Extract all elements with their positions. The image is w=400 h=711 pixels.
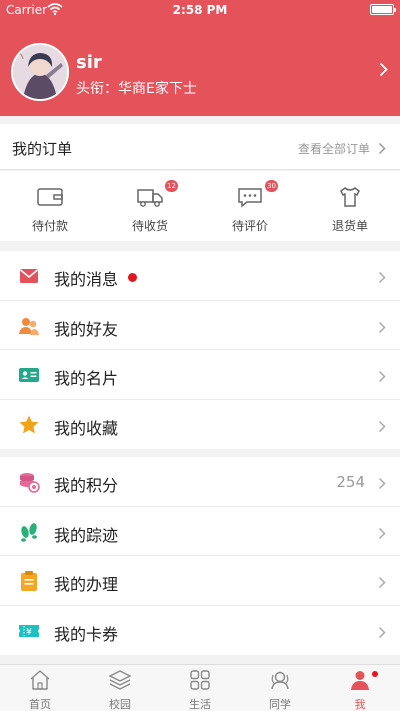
username: sir <box>76 52 102 73</box>
chevron-right-icon <box>378 140 386 159</box>
chevron-right-icon <box>378 368 386 387</box>
tab-campus[interactable]: 校园 <box>80 665 160 711</box>
order-status-row: 待付款 12 待收货 30 待评价 退货单 <box>0 171 400 241</box>
footprints-icon <box>18 521 40 543</box>
tab-label: 我 <box>354 698 366 711</box>
order-pending-payment[interactable]: 待付款 <box>0 171 100 241</box>
menu-item-points[interactable]: 我的积分 254 <box>0 457 400 507</box>
profile-header[interactable]: sir 头衔：华商E家下士 <box>0 20 400 116</box>
layers-icon <box>108 669 132 691</box>
menu-item-label: 我的卡券 <box>54 624 119 644</box>
avatar[interactable] <box>11 43 69 101</box>
orders-header[interactable]: 我的订单 查看全部订单 <box>0 124 400 170</box>
view-all-orders-link[interactable]: 查看全部订单 <box>298 140 370 157</box>
return-shirt-icon <box>336 185 364 209</box>
user-rank: 头衔：华商E家下士 <box>76 81 197 97</box>
orders-title: 我的订单 <box>12 140 73 158</box>
clock: 2:58 PM <box>172 3 228 17</box>
chevron-right-icon <box>378 418 386 437</box>
chevron-right-icon <box>379 62 388 81</box>
coupon-icon: ¥ <box>18 620 40 642</box>
order-returns[interactable]: 退货单 <box>300 171 400 241</box>
classmates-icon <box>269 669 291 691</box>
points-coins-icon <box>18 471 40 493</box>
order-item-label: 待收货 <box>131 219 168 233</box>
chevron-right-icon <box>378 269 386 288</box>
notification-dot <box>372 671 378 677</box>
wallet-icon <box>36 185 64 209</box>
tab-label: 首页 <box>29 698 51 711</box>
chevron-right-icon <box>378 525 386 544</box>
menu-item-label: 我的踪迹 <box>54 525 119 545</box>
truck-icon <box>136 185 164 209</box>
business-card-icon <box>18 364 40 386</box>
person-icon <box>349 669 371 691</box>
star-icon <box>18 414 40 436</box>
menu-group-personal: 我的消息 我的好友 我的名片 我的收藏 <box>0 251 400 449</box>
points-value: 254 <box>336 473 365 491</box>
clipboard-icon <box>18 570 40 592</box>
menu-item-handled[interactable]: 我的办理 <box>0 556 400 606</box>
svg-text:¥: ¥ <box>26 627 32 637</box>
unread-dot <box>128 273 137 282</box>
tab-label: 校园 <box>109 698 131 711</box>
order-pending-review[interactable]: 30 待评价 <box>200 171 300 241</box>
tab-home[interactable]: 首页 <box>0 665 80 711</box>
order-item-label: 待评价 <box>231 219 268 233</box>
chevron-right-icon <box>378 319 386 338</box>
tab-label: 同学 <box>269 698 291 711</box>
battery-icon <box>370 4 396 15</box>
grid-icon <box>189 669 211 691</box>
tab-label: 生活 <box>189 698 211 711</box>
order-count-badge: 30 <box>265 180 278 192</box>
order-count-badge: 12 <box>165 180 178 192</box>
chevron-right-icon <box>378 574 386 593</box>
menu-item-label: 我的名片 <box>54 369 119 388</box>
home-icon <box>29 669 51 691</box>
tab-life[interactable]: 生活 <box>160 665 240 711</box>
menu-item-label: 我的积分 <box>54 476 119 495</box>
menu-group-activity: 我的积分 254 我的踪迹 我的办理 ¥ 我的卡券 <box>0 457 400 655</box>
menu-item-footprints[interactable]: 我的踪迹 <box>0 507 400 556</box>
order-item-label: 待付款 <box>31 219 68 233</box>
order-pending-receipt[interactable]: 12 待收货 <box>100 171 200 241</box>
mail-icon <box>18 265 40 287</box>
tab-classmates[interactable]: 同学 <box>240 665 320 711</box>
chevron-right-icon <box>378 475 386 494</box>
menu-item-messages[interactable]: 我的消息 <box>0 251 400 301</box>
menu-item-label: 我的好友 <box>54 319 119 339</box>
chevron-right-icon <box>378 624 386 643</box>
tab-me[interactable]: 我 <box>320 665 400 711</box>
menu-item-label: 我的消息 <box>54 270 119 289</box>
status-bar: Carrier 2:58 PM <box>0 0 400 20</box>
comment-icon <box>236 185 264 209</box>
menu-item-friends[interactable]: 我的好友 <box>0 301 400 350</box>
menu-item-business-card[interactable]: 我的名片 <box>0 350 400 400</box>
menu-item-label: 我的收藏 <box>54 418 119 438</box>
menu-item-coupons[interactable]: ¥ 我的卡券 <box>0 606 400 656</box>
friends-icon <box>18 315 40 337</box>
menu-item-favorites[interactable]: 我的收藏 <box>0 400 400 450</box>
order-item-label: 退货单 <box>331 219 368 233</box>
menu-item-label: 我的办理 <box>54 575 119 594</box>
tab-bar: 首页 校园 生活 同学 我 <box>0 664 400 711</box>
